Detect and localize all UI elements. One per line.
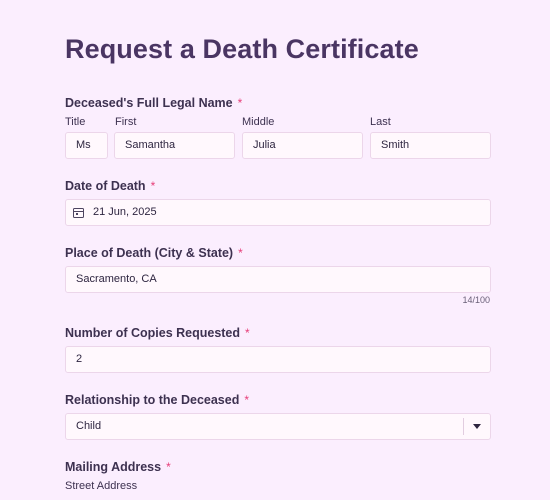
copies-input[interactable]: 2 xyxy=(65,346,491,373)
mailing-address-label: Mailing Address * xyxy=(65,459,171,475)
date-of-death-label-text: Date of Death xyxy=(65,179,146,193)
place-of-death-input[interactable]: Sacramento, CA xyxy=(65,266,491,293)
relationship-label-text: Relationship to the Deceased xyxy=(65,393,240,407)
required-asterisk: * xyxy=(166,460,171,474)
date-of-death-label: Date of Death * xyxy=(65,178,155,194)
chevron-down-icon[interactable] xyxy=(473,424,481,429)
full-name-label-text: Deceased's Full Legal Name xyxy=(65,96,233,110)
required-asterisk: * xyxy=(244,393,250,407)
relationship-label: Relationship to the Deceased * xyxy=(65,392,249,408)
title-sublabel: Title xyxy=(65,116,86,128)
required-asterisk: * xyxy=(245,326,250,340)
street-address-sublabel: Street Address xyxy=(65,480,138,492)
last-name-input[interactable]: Smith xyxy=(370,132,491,159)
death-certificate-form: Request a Death Certificate Deceased's F… xyxy=(0,0,550,500)
first-name-sublabel: First xyxy=(115,116,137,128)
title-input[interactable]: Ms xyxy=(65,132,108,159)
middle-name-sublabel: Middle xyxy=(242,116,275,128)
date-of-death-input[interactable]: 21 Jun, 2025 xyxy=(65,199,491,226)
required-asterisk: * xyxy=(237,96,243,110)
required-asterisk: * xyxy=(238,246,243,260)
last-name-sublabel: Last xyxy=(370,116,391,128)
place-of-death-label-text: Place of Death (City & State) xyxy=(65,246,234,260)
copies-label: Number of Copies Requested * xyxy=(65,325,250,341)
copies-label-text: Number of Copies Requested xyxy=(65,326,241,340)
full-name-label: Deceased's Full Legal Name * xyxy=(65,95,242,111)
calendar-icon xyxy=(73,208,84,218)
first-name-input[interactable]: Samantha xyxy=(114,132,235,159)
relationship-select[interactable]: Child xyxy=(65,413,491,440)
place-of-death-label: Place of Death (City & State) * xyxy=(65,245,243,261)
select-divider xyxy=(463,418,464,435)
required-asterisk: * xyxy=(150,179,156,193)
page-title: Request a Death Certificate xyxy=(65,34,419,64)
relationship-selected-value: Child xyxy=(76,420,102,432)
mailing-address-label-text: Mailing Address xyxy=(65,460,162,474)
middle-name-input[interactable]: Julia xyxy=(242,132,363,159)
character-counter: 14/100 xyxy=(462,295,490,305)
date-of-death-value: 21 Jun, 2025 xyxy=(93,206,157,218)
